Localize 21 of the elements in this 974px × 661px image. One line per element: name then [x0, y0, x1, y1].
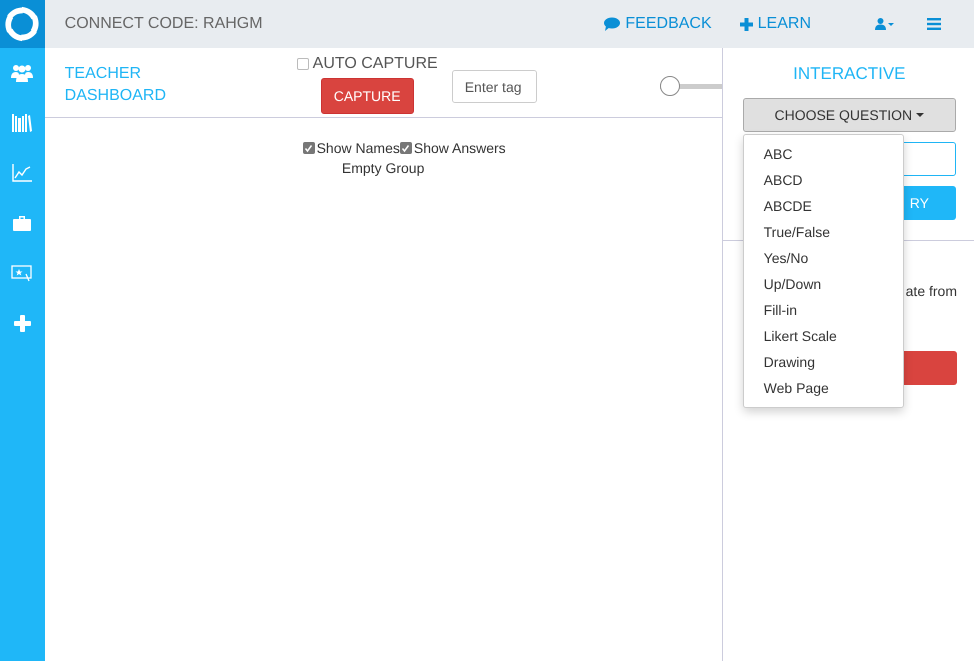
- auto-capture-checkbox[interactable]: AUTO CAPTURE: [296, 55, 438, 73]
- option-checkbox[interactable]: Show Answers: [400, 140, 506, 156]
- tag-input[interactable]: Enter tag: [452, 70, 537, 103]
- menu-item[interactable]: Up/Down: [744, 271, 903, 297]
- group-status: Empty Group: [342, 160, 424, 176]
- menu-item[interactable]: Likert Scale: [744, 323, 903, 349]
- instruction-text: ate from: [906, 283, 957, 299]
- menu-item[interactable]: ABCDE: [744, 193, 903, 219]
- dashboard-title: TEACHER DASHBOARD: [64, 64, 167, 106]
- menu-item[interactable]: ABC: [744, 141, 903, 167]
- capture-button[interactable]: CAPTURE: [320, 78, 414, 114]
- menu-item[interactable]: Fill-in: [744, 297, 903, 323]
- menu-item[interactable]: True/False: [744, 219, 903, 245]
- menu-item[interactable]: ABCD: [744, 167, 903, 193]
- menu-item[interactable]: Drawing: [744, 349, 903, 375]
- choose-question-button[interactable]: CHOOSE QUESTION: [742, 98, 956, 132]
- connect-code: CONNECT CODE: RAHGM: [64, 15, 264, 33]
- menu-item[interactable]: Web Page: [744, 375, 903, 401]
- option-checkbox[interactable]: Show Names: [302, 140, 400, 156]
- menu-item[interactable]: Yes/No: [744, 245, 903, 271]
- panel-title: INTERACTIVE: [792, 64, 907, 85]
